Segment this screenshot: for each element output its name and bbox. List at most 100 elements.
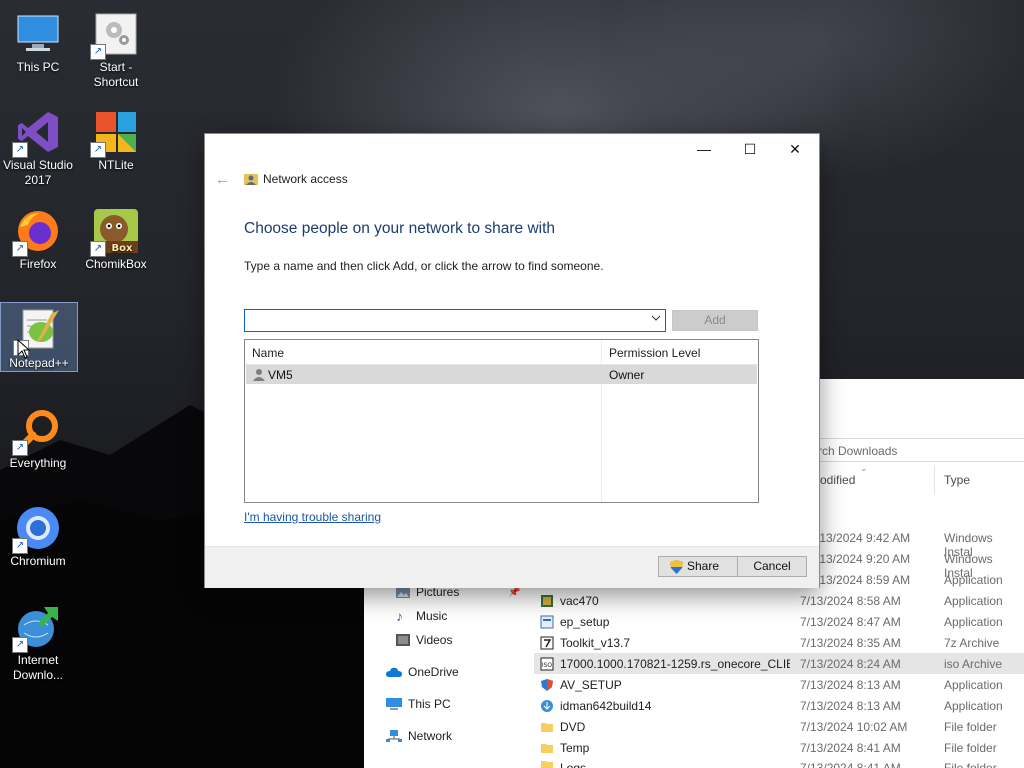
file-type: Application [944,698,1003,713]
visual-studio-icon: ↗ [12,108,62,158]
nav-item-this-pc[interactable]: This PC [386,697,451,711]
trouble-sharing-link[interactable]: I'm having trouble sharing [244,510,381,524]
minimize-icon: — [697,141,711,157]
desktop-icon-everything[interactable]: ↗ Everything [0,398,76,471]
file-row[interactable]: Toolkit_v13.7 7/13/2024 8:35 AM 7z Archi… [534,632,1024,653]
nav-item-music[interactable]: ♪ Music [396,609,447,623]
dialog-title: Network access [263,172,348,186]
music-icon: ♪ [396,608,403,624]
name-input[interactable] [247,312,646,329]
desktop-icon-label: Notepad++ [9,356,69,370]
firefox-icon: ↗ [12,207,62,257]
desktop-icon-start-shortcut[interactable]: ↗ Start - Shortcut [78,2,154,90]
application-icon [541,594,553,607]
desktop-icon-label: Chromium [10,554,66,568]
nav-item-label: Network [408,729,453,743]
file-row[interactable]: Temp 7/13/2024 8:41 AM File folder [534,737,1024,758]
nav-item-label: Videos [416,633,453,647]
network-share-icon [244,174,258,185]
folder-icon [541,761,553,768]
shortcut-arrow-icon: ↗ [12,241,28,257]
desktop-icon-firefox[interactable]: ↗ Firefox [0,199,76,272]
shortcut-arrow-icon: ↗ [90,241,106,257]
file-row[interactable]: DVD 7/13/2024 10:02 AM File folder [534,716,1024,737]
file-date: 7/13/2024 8:24 AM [800,656,901,671]
share-name-combobox[interactable] [244,309,666,332]
file-date: 7/13/2024 8:41 AM [800,740,901,755]
desktop-icon-internet-download-manager[interactable]: ↗ Internet Downlo... [0,595,76,683]
file-type: File folder [944,740,997,755]
desktop-icon-notepadpp[interactable]: ↗ Notepad++ [0,302,78,372]
pin-icon: 📌 [508,586,521,598]
file-type: 7z Archive [944,635,1000,650]
file-row[interactable]: ISO 17000.1000.170821-1259.rs_onecore_CL… [534,653,1024,674]
application-icon [540,615,554,628]
add-button[interactable]: Add [672,310,758,331]
7z-archive-icon [540,636,554,649]
search-downloads-box[interactable]: rch Downloads [814,438,1024,462]
chevron-down-icon[interactable] [651,313,661,325]
shortcut-arrow-icon: ↗ [12,142,28,158]
file-date: 7/13/2024 8:35 AM [800,635,901,650]
uac-shield-icon [670,560,683,574]
minimize-button[interactable]: — [681,134,727,164]
file-type: iso Archive [944,656,1003,671]
videos-icon [396,634,410,646]
file-row[interactable]: idman642build14 7/13/2024 8:13 AM Applic… [534,695,1024,716]
nav-item-network[interactable]: Network [386,729,452,743]
shortcut-arrow-icon: ↗ [12,637,28,653]
desktop-icon-label: This PC [16,60,60,74]
file-name: idman642build14 [560,698,652,713]
file-date: /13/2024 9:42 AM [816,531,911,545]
maximize-button[interactable]: ☐ [727,134,773,164]
file-name: AV_SETUP [560,677,622,692]
share-permissions-list: Name Permission Level VM5 Owner [244,339,759,503]
file-type: File folder [944,719,997,734]
close-button[interactable]: ✕ [772,134,818,164]
dialog-footer: Share Cancel [205,546,819,588]
shortcut-arrow-icon: ↗ [12,538,28,554]
dialog-instruction: Type a name and then click Add, or click… [244,259,604,273]
file-row[interactable]: Logs 7/13/2024 8:41 AM File folder [534,758,1024,768]
shield-application-icon [541,678,553,691]
onedrive-cloud-icon [386,667,402,677]
chomikbox-logo-text: Box [112,243,133,254]
this-pc-small-icon [386,698,402,710]
column-header-name[interactable]: Name [252,346,284,360]
nav-item-label: Music [416,609,448,623]
desktop-icon-ntlite[interactable]: ↗ NTLite [78,100,154,173]
file-type: Application [944,677,1003,692]
desktop-icon-visual-studio[interactable]: ↗ Visual Studio 2017 [0,100,76,188]
column-header-type[interactable]: Type [944,473,970,487]
mouse-cursor-icon [17,339,31,359]
nav-item-label: OneDrive [408,665,459,679]
idm-application-icon [541,699,553,712]
column-header-permission-level[interactable]: Permission Level [609,346,700,360]
list-row-vm5[interactable]: VM5 Owner [246,365,757,384]
nav-item-label: This PC [408,697,451,711]
file-row[interactable]: AV_SETUP 7/13/2024 8:13 AM Application [534,674,1024,695]
back-arrow-icon[interactable]: ← [215,171,230,188]
list-cell-name: VM5 [268,368,293,382]
close-icon: ✕ [789,141,801,157]
file-row[interactable]: vac470 7/13/2024 8:58 AM Application [534,590,1024,611]
file-date: 7/13/2024 8:47 AM [800,614,901,629]
file-date: 7/13/2024 8:41 AM [800,761,901,768]
desktop-icon-chomikbox[interactable]: Box ↗ ChomikBox [78,199,154,272]
desktop-icon-this-pc[interactable]: This PC [0,2,76,75]
list-cell-permission[interactable]: Owner [609,368,644,382]
shortcut-arrow-icon: ↗ [12,440,28,456]
file-name: Temp [560,740,590,755]
file-date: /13/2024 8:59 AM [816,573,911,587]
cancel-button[interactable]: Cancel [737,556,807,577]
sort-caret-icon: ⌄ [860,463,868,473]
gear-shortcut-icon: ↗ [90,10,140,60]
file-row[interactable]: ep_setup 7/13/2024 8:47 AM Application [534,611,1024,632]
file-type: Application [944,614,1003,629]
desktop-icon-chromium[interactable]: ↗ Chromium [0,496,76,569]
maximize-icon: ☐ [743,141,757,157]
svg-text:ISO: ISO [542,662,553,669]
file-type: File folder [944,761,997,768]
nav-item-onedrive[interactable]: OneDrive [386,665,459,679]
nav-item-videos[interactable]: Videos [396,633,452,647]
